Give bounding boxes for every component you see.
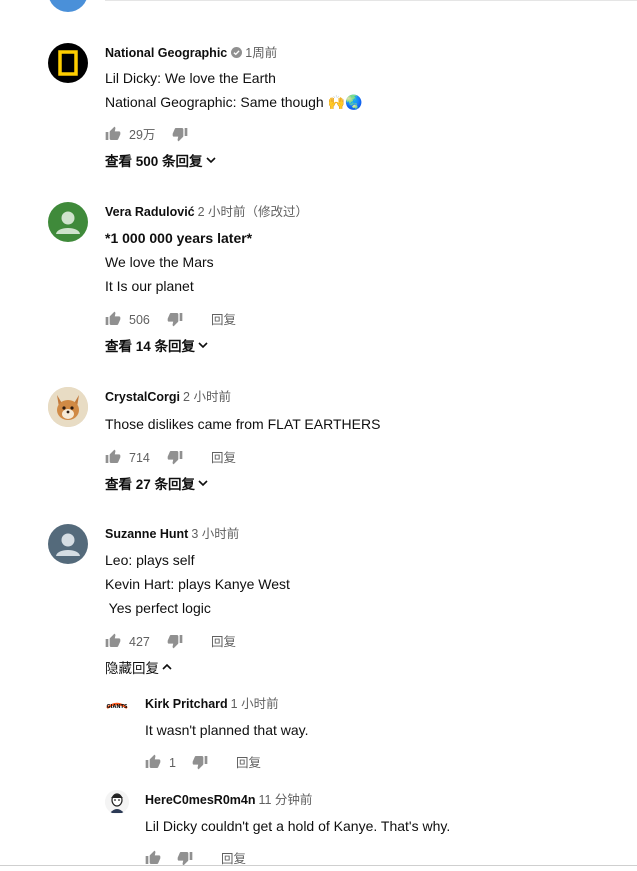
like-button[interactable] [145, 754, 161, 775]
comment-time[interactable]: 3 小时前 [191, 527, 239, 541]
avatar[interactable] [48, 202, 88, 242]
thumbs-up-icon [105, 311, 121, 325]
comment-author[interactable]: Suzanne Hunt [105, 527, 188, 541]
comment-text-line: *1 000 000 years later* [105, 230, 253, 246]
thumbs-down-icon [172, 128, 188, 142]
divider [105, 0, 637, 1]
chevron-down-icon [205, 152, 217, 172]
user-avatar-icon [105, 790, 129, 814]
avatar[interactable] [48, 387, 88, 427]
corgi-avatar-icon [48, 387, 88, 427]
thumbs-down-icon [177, 852, 193, 866]
natgeo-logo-icon [58, 50, 78, 76]
like-count: 1 [169, 756, 176, 770]
hide-replies-button[interactable]: 隐藏回复 [105, 659, 637, 679]
reply-button[interactable]: 回复 [211, 633, 236, 651]
giants-logo-icon: GIANTS [105, 694, 129, 718]
previous-comment-avatar[interactable] [48, 0, 88, 12]
like-button[interactable] [105, 633, 121, 654]
default-avatar-icon [56, 211, 80, 234]
reply-text: Lil Dicky couldn't get a hold of Kanye. … [145, 818, 451, 834]
like-count: 714 [129, 451, 150, 465]
thumbs-up-icon [145, 850, 161, 864]
comment-text-line: We love the Mars [105, 254, 214, 270]
thumbs-up-icon [105, 126, 121, 140]
chevron-down-icon [197, 475, 209, 495]
avatar[interactable] [48, 524, 88, 564]
view-replies-button[interactable]: 查看 27 条回复 [105, 475, 637, 495]
comment-text-line: Those dislikes came from FLAT EARTHERS [105, 416, 381, 432]
thumbs-up-icon [145, 754, 161, 768]
comment-time[interactable]: 1周前 [245, 46, 277, 60]
like-button[interactable] [105, 449, 121, 470]
reply-author[interactable]: HereC0mesR0m4n [145, 793, 255, 807]
chevron-up-icon [161, 659, 173, 679]
dislike-button[interactable] [167, 633, 183, 654]
dislike-button[interactable] [167, 449, 183, 470]
comment-time[interactable]: 2 小时前 [183, 390, 231, 404]
dislike-button[interactable] [192, 754, 208, 775]
like-count: 29万 [129, 128, 156, 142]
thumbs-down-icon [167, 635, 183, 649]
comment-text-line: Yes perfect logic [105, 600, 211, 616]
thumbs-up-icon [105, 449, 121, 463]
comment-text-line: National Geographic: Same though 🙌🌏 [105, 94, 363, 110]
comment-author[interactable]: National Geographic [105, 46, 227, 60]
verified-badge-icon [231, 45, 243, 63]
comment-text-line: Leo: plays self [105, 552, 195, 568]
default-avatar-icon [56, 533, 80, 556]
avatar[interactable]: GIANTS [105, 694, 129, 718]
reply-time[interactable]: 1 小时前 [231, 697, 279, 711]
like-button[interactable] [145, 850, 161, 871]
like-button[interactable] [105, 311, 121, 332]
reply-author[interactable]: Kirk Pritchard [145, 697, 228, 711]
dislike-button[interactable] [177, 850, 193, 871]
avatar[interactable] [105, 790, 129, 814]
like-button[interactable] [105, 126, 121, 147]
avatar[interactable] [48, 43, 88, 83]
chevron-down-icon [197, 337, 209, 357]
reply-text: It wasn't planned that way. [145, 722, 309, 738]
comment-text-line: It Is our planet [105, 278, 194, 294]
thumbs-down-icon [192, 756, 208, 770]
reply-button[interactable]: 回复 [211, 311, 236, 329]
view-replies-button[interactable]: 查看 500 条回复 [105, 152, 637, 172]
comment-author[interactable]: CrystalCorgi [105, 390, 180, 404]
thumbs-up-icon [105, 633, 121, 647]
like-count: 506 [129, 313, 150, 327]
view-replies-button[interactable]: 查看 14 条回复 [105, 337, 637, 357]
like-count: 427 [129, 635, 150, 649]
dislike-button[interactable] [167, 311, 183, 332]
reply-button[interactable]: 回复 [211, 449, 236, 467]
thumbs-down-icon [167, 313, 183, 327]
comment-author[interactable]: Vera Radulović [105, 205, 195, 219]
dislike-button[interactable] [172, 126, 188, 147]
reply-time[interactable]: 11 分钟前 [258, 793, 312, 807]
comment-time[interactable]: 2 小时前（修改过） [198, 205, 308, 219]
comment-text-line: Kevin Hart: plays Kanye West [105, 576, 290, 592]
giants-logo-text: GIANTS [106, 704, 127, 710]
comment-text-line: Lil Dicky: We love the Earth [105, 70, 276, 86]
thumbs-down-icon [167, 451, 183, 465]
reply-button[interactable]: 回复 [236, 754, 261, 772]
